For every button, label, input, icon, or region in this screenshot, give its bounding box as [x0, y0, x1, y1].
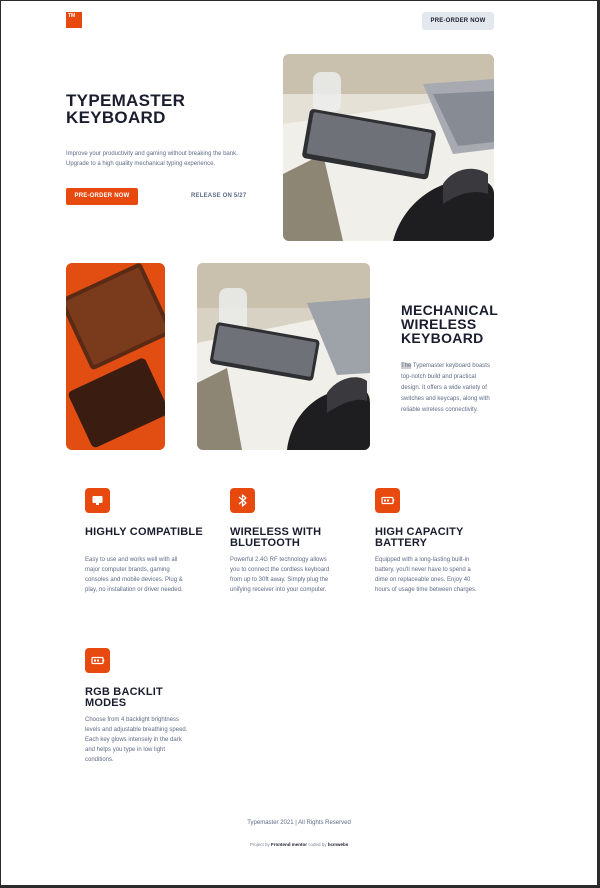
section-description: The Typemaster keyboard boasts top-notch… — [401, 361, 496, 416]
feature-desc-rgb: Choose from 4 backlight brightness level… — [85, 717, 188, 763]
frontend-mentor-link[interactable]: Frontend mentor — [271, 842, 307, 847]
orange-keyboard-image — [66, 263, 165, 450]
page: TM PRE-ORDER NOW TYPEMASTER KEYBOARD Imp… — [1, 1, 597, 885]
desk-keyboard-image — [197, 263, 370, 450]
section-title: MECHANICAL WIRELESS KEYBOARD — [401, 302, 498, 346]
hero-preorder-button[interactable]: PRE-ORDER NOW — [66, 188, 138, 205]
hero-keyboard-image — [283, 54, 494, 241]
release-date-link[interactable]: RELEASE ON 5/27 — [191, 193, 246, 199]
feature-desc-compatible: Easy to use and works well with all majo… — [85, 557, 183, 593]
feature-title-battery: HIGH CAPACITY BATTERY — [375, 526, 464, 549]
feature-desc-bluetooth: Powerful 2.4G RF technology allows you t… — [230, 557, 330, 593]
footer-copyright: Typemaster 2021 | All Rights Reserved — [247, 820, 351, 826]
header-preorder-button[interactable]: PRE-ORDER NOW — [422, 12, 494, 30]
feature-desc-battery: Equipped with a long-lasting built-in ba… — [375, 557, 477, 593]
hero-title: TYPEMASTER KEYBOARD — [66, 91, 186, 127]
battery-icon — [375, 488, 400, 513]
feature-title-compatible: HIGHLY COMPATIBLE — [85, 526, 203, 538]
monitor-icon — [85, 488, 110, 513]
feature-title-rgb: RGB BACKLIT MODES — [85, 686, 163, 709]
author-link[interactable]: hcmwebs — [328, 842, 349, 847]
feature-title-bluetooth: WIRELESS WITH BLUETOOTH — [230, 526, 322, 549]
hero-description: Improve your productivity and gaming wit… — [66, 151, 238, 167]
highlighted-word: The — [401, 363, 412, 369]
bluetooth-icon — [230, 488, 255, 513]
backlight-battery-icon — [85, 648, 110, 673]
footer-credit: Project by Frontend mentor coded by hcmw… — [249, 842, 349, 847]
section-description-text: Typemaster keyboard boasts top-notch bui… — [401, 363, 490, 413]
logo[interactable]: TM — [66, 12, 82, 28]
